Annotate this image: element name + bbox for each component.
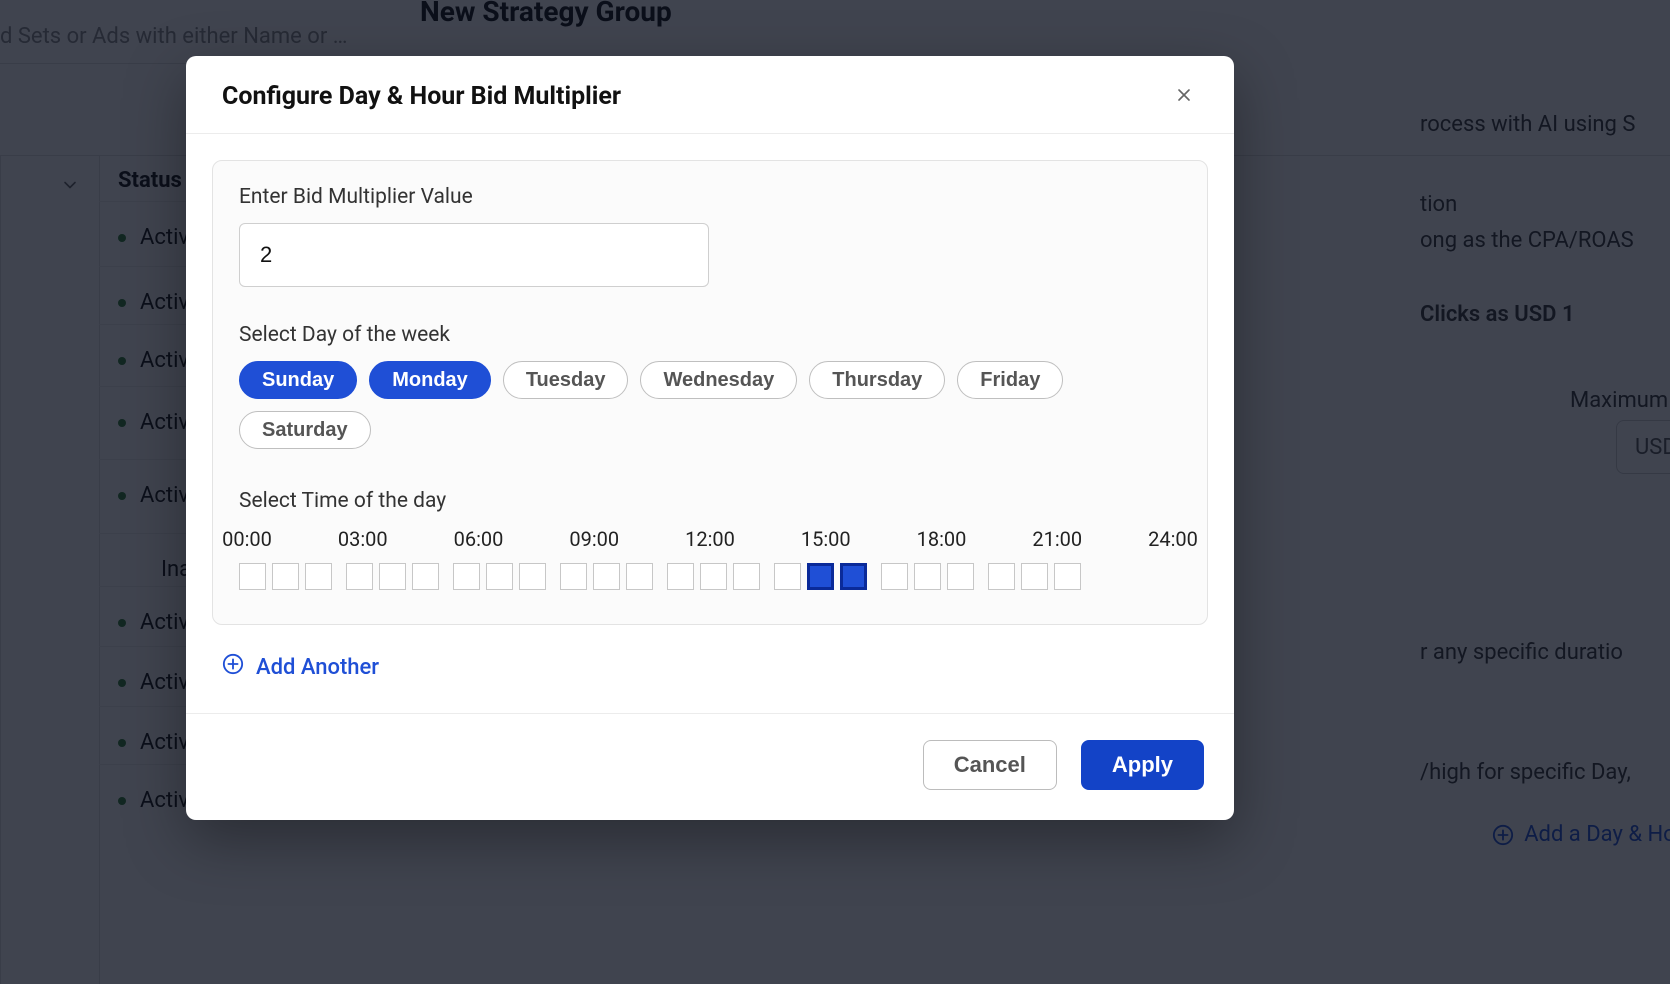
bid-multiplier-input[interactable] (239, 223, 709, 287)
time-tick: 21:00 (1032, 527, 1082, 551)
day-button-monday[interactable]: Monday (369, 361, 491, 399)
hour-cell-18[interactable] (881, 563, 908, 590)
hour-cell-22[interactable] (1021, 563, 1048, 590)
hour-cell-14[interactable] (733, 563, 760, 590)
day-button-friday[interactable]: Friday (957, 361, 1063, 399)
time-tick-labels: 00:0003:0006:0009:0012:0015:0018:0021:00… (247, 527, 1173, 553)
time-tick: 03:00 (338, 527, 388, 551)
bid-value-label: Enter Bid Multiplier Value (239, 185, 1181, 209)
hour-cell-19[interactable] (914, 563, 941, 590)
apply-button[interactable]: Apply (1081, 740, 1204, 790)
day-of-week-label: Select Day of the week (239, 323, 1181, 347)
time-tick: 00:00 (222, 527, 272, 551)
hour-cell-10[interactable] (593, 563, 620, 590)
hour-cell-08[interactable] (519, 563, 546, 590)
hour-cell-01[interactable] (272, 563, 299, 590)
hour-cell-00[interactable] (239, 563, 266, 590)
modal-header: Configure Day & Hour Bid Multiplier (186, 56, 1234, 134)
hour-cell-07[interactable] (486, 563, 513, 590)
configure-bid-multiplier-modal: Configure Day & Hour Bid Multiplier Ente… (186, 56, 1234, 820)
day-button-saturday[interactable]: Saturday (239, 411, 371, 449)
time-tick: 24:00 (1148, 527, 1198, 551)
plus-circle-icon (222, 653, 244, 681)
hour-cell-21[interactable] (988, 563, 1015, 590)
day-button-tuesday[interactable]: Tuesday (503, 361, 629, 399)
hour-cell-02[interactable] (305, 563, 332, 590)
time-tick: 15:00 (801, 527, 851, 551)
hour-cell-12[interactable] (667, 563, 694, 590)
hour-cell-03[interactable] (346, 563, 373, 590)
hour-cell-06[interactable] (453, 563, 480, 590)
modal-footer: Cancel Apply (186, 713, 1234, 820)
hour-cell-17[interactable] (840, 563, 867, 590)
modal-title: Configure Day & Hour Bid Multiplier (222, 82, 621, 111)
hour-cell-16[interactable] (807, 563, 834, 590)
day-button-wednesday[interactable]: Wednesday (640, 361, 797, 399)
time-tick: 18:00 (917, 527, 967, 551)
close-icon (1174, 85, 1194, 108)
time-tick: 09:00 (569, 527, 619, 551)
close-button[interactable] (1170, 83, 1198, 111)
add-another-button[interactable]: Add Another (212, 625, 1208, 707)
day-button-thursday[interactable]: Thursday (809, 361, 945, 399)
hour-cell-05[interactable] (412, 563, 439, 590)
day-of-week-selector: Sunday Monday Tuesday Wednesday Thursday Frid… (239, 361, 1181, 449)
hour-selector (239, 563, 1181, 590)
hour-cell-20[interactable] (947, 563, 974, 590)
day-button-sunday[interactable]: Sunday (239, 361, 357, 399)
time-tick: 06:00 (454, 527, 504, 551)
hour-cell-11[interactable] (626, 563, 653, 590)
add-another-label: Add Another (256, 655, 379, 680)
hour-cell-04[interactable] (379, 563, 406, 590)
cancel-button[interactable]: Cancel (923, 740, 1057, 790)
time-tick: 12:00 (685, 527, 735, 551)
hour-cell-09[interactable] (560, 563, 587, 590)
hour-cell-23[interactable] (1054, 563, 1081, 590)
time-of-day-label: Select Time of the day (239, 489, 1181, 513)
multiplier-config-card: Enter Bid Multiplier Value Select Day of… (212, 160, 1208, 625)
hour-cell-13[interactable] (700, 563, 727, 590)
hour-cell-15[interactable] (774, 563, 801, 590)
